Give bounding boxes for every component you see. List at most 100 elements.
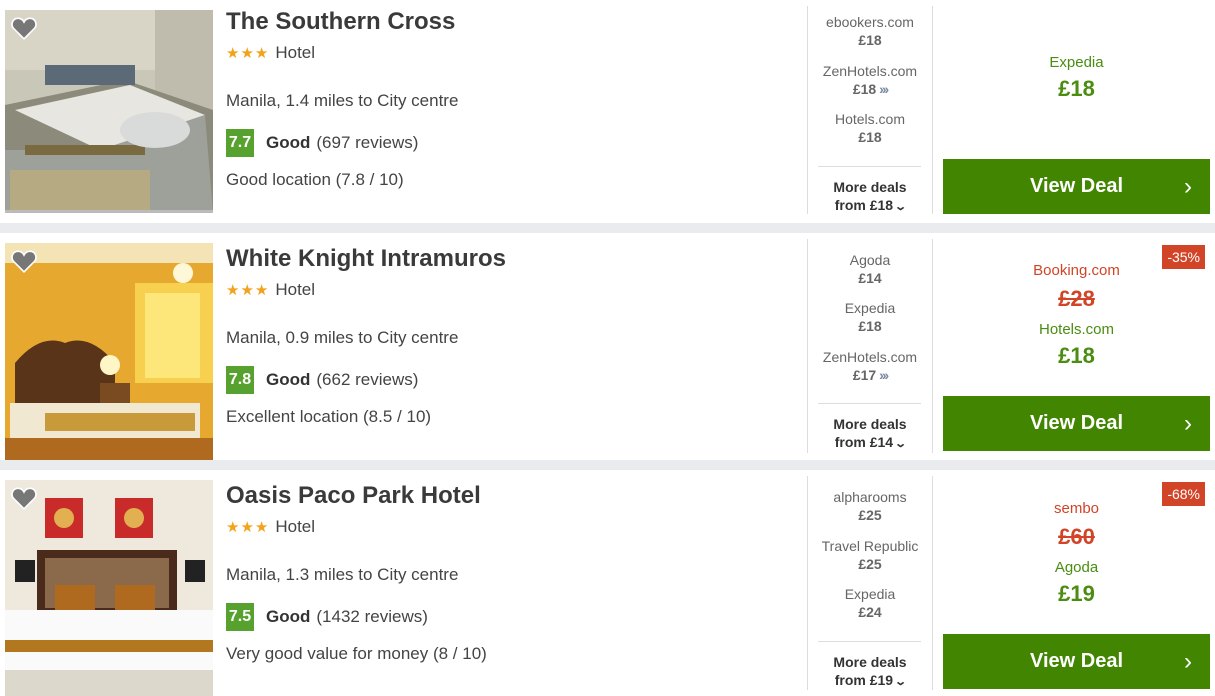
rating: 7.7 Good (697 reviews) [226, 129, 786, 157]
chevron-down-icon: ⌄ [894, 438, 908, 450]
score-badge: 7.5 [226, 603, 254, 631]
provider-list: Agoda £14 Expedia £18 ZenHotels.com £17 ›… [808, 233, 932, 460]
provider-item[interactable]: ebookers.com £18 [808, 13, 932, 49]
hotel-name[interactable]: White Knight Intramuros [226, 245, 786, 273]
hotel-card[interactable]: White Knight Intramuros ★★★ Hotel Manila,… [0, 233, 1215, 460]
divider [932, 476, 933, 690]
hotel-photo[interactable] [5, 243, 213, 460]
provider-price: £18 [852, 81, 877, 97]
more-deals-button[interactable]: More deals from £19⌄ [808, 653, 932, 691]
provider-item[interactable]: Travel Republic £25 [808, 537, 932, 573]
hotel-photo[interactable] [5, 10, 213, 213]
view-deal-label: View Deal [1029, 412, 1124, 434]
provider-name: Expedia [844, 300, 896, 316]
provider-name: alpharooms [833, 489, 907, 505]
best-price: £18 [1058, 343, 1095, 368]
more-arrows-icon: ››› [879, 81, 889, 97]
more-arrows-icon: ››› [879, 367, 889, 383]
more-deals-from: from £14 [834, 434, 894, 450]
provider-list: alpharooms £25 Travel Republic £25 Exped… [808, 470, 932, 696]
hotel-name[interactable]: Oasis Paco Park Hotel [226, 482, 786, 510]
chevron-right-icon: › [1184, 173, 1192, 200]
more-deals-button[interactable]: More deals from £14⌄ [808, 415, 932, 453]
chevron-right-icon: › [1184, 410, 1192, 437]
more-deals-label: More deals [833, 179, 907, 195]
chevron-down-icon: ⌄ [894, 201, 908, 213]
more-deals-label: More deals [833, 654, 907, 670]
best-provider[interactable]: Expedia [943, 54, 1210, 72]
old-price: £28 [1058, 286, 1095, 311]
heart-icon[interactable] [11, 249, 37, 273]
view-deal-label: View Deal [1029, 175, 1124, 197]
chevron-right-icon: › [1184, 648, 1192, 675]
provider-price: £14 [858, 270, 882, 286]
hotel-location: Manila, 1.4 miles to City centre [226, 91, 459, 110]
provider-price: £18 [858, 129, 882, 145]
provider-item[interactable]: Agoda £14 [808, 251, 932, 287]
provider-name: Hotels.com [834, 111, 906, 127]
provider-item[interactable]: Expedia £24 [808, 585, 932, 621]
provider-item[interactable]: ZenHotels.com £17 ››› [808, 348, 932, 384]
old-price: £60 [1058, 524, 1095, 549]
review-count: (1432 reviews) [316, 607, 428, 626]
divider [932, 6, 933, 214]
hotel-type: Hotel [275, 280, 316, 299]
score-badge: 7.8 [226, 366, 254, 394]
hotel-name[interactable]: The Southern Cross [226, 8, 786, 36]
provider-item[interactable]: ZenHotels.com £18 ››› [808, 62, 932, 98]
hotel-card[interactable]: The Southern Cross ★★★ Hotel Manila, 1.4 … [0, 0, 1215, 223]
best-provider[interactable]: Hotels.com [943, 321, 1210, 339]
star-icon: ★★★ [226, 282, 270, 299]
heart-icon[interactable] [11, 16, 37, 40]
best-price: £19 [1058, 581, 1095, 606]
score-badge: 7.7 [226, 129, 254, 157]
provider-price: £25 [858, 507, 882, 523]
provider-name: Travel Republic [821, 538, 919, 554]
provider-price: £18 [858, 318, 882, 334]
best-price: £18 [1058, 76, 1095, 101]
hotel-type: Hotel [275, 517, 316, 536]
provider-price: £25 [858, 556, 882, 572]
rating-grade: Good [266, 607, 311, 626]
hotel-photo[interactable] [5, 480, 213, 696]
view-deal-button[interactable]: View Deal › [943, 159, 1210, 214]
best-deal: -68% sembo £60 Agoda £19 View Deal › [943, 470, 1210, 696]
provider-name: ZenHotels.com [822, 349, 918, 365]
provider-item[interactable]: Hotels.com £18 [808, 110, 932, 146]
separator [818, 166, 921, 167]
hotel-type: Hotel [275, 43, 316, 62]
more-deals-button[interactable]: More deals from £18⌄ [808, 178, 932, 216]
review-count: (697 reviews) [316, 133, 419, 152]
view-deal-button[interactable]: View Deal › [943, 396, 1210, 451]
provider-name: ZenHotels.com [822, 63, 918, 79]
star-icon: ★★★ [226, 519, 270, 536]
rating-detail: Good location (7.8 / 10) [226, 170, 404, 189]
provider-list: ebookers.com £18 ZenHotels.com £18 ››› Ho… [808, 0, 932, 223]
best-deal: Expedia £18 View Deal › [943, 0, 1210, 223]
old-provider[interactable]: sembo [943, 500, 1210, 518]
separator [818, 403, 921, 404]
provider-price: £18 [858, 32, 882, 48]
provider-item[interactable]: alpharooms £25 [808, 488, 932, 524]
old-provider[interactable]: Booking.com [943, 262, 1210, 280]
provider-name: Expedia [844, 586, 896, 602]
rating-detail: Excellent location (8.5 / 10) [226, 407, 432, 426]
view-deal-button[interactable]: View Deal › [943, 634, 1210, 689]
hotel-location: Manila, 1.3 miles to City centre [226, 565, 459, 584]
review-count: (662 reviews) [316, 370, 419, 389]
provider-name: ebookers.com [826, 14, 914, 30]
heart-icon[interactable] [11, 486, 37, 510]
chevron-down-icon: ⌄ [894, 676, 908, 688]
provider-price: £24 [858, 604, 882, 620]
best-deal: -35% Booking.com £28 Hotels.com £18 View… [943, 233, 1210, 460]
best-provider[interactable]: Agoda [943, 559, 1210, 577]
hotel-card[interactable]: Oasis Paco Park Hotel ★★★ Hotel Manila, 1… [0, 470, 1215, 696]
hotel-location: Manila, 0.9 miles to City centre [226, 328, 459, 347]
provider-price: £17 [852, 367, 877, 383]
rating-grade: Good [266, 370, 311, 389]
provider-item[interactable]: Expedia £18 [808, 299, 932, 335]
star-icon: ★★★ [226, 45, 270, 62]
rating: 7.5 Good (1432 reviews) [226, 603, 786, 631]
more-deals-from: from £19 [834, 672, 894, 688]
rating-grade: Good [266, 133, 311, 152]
